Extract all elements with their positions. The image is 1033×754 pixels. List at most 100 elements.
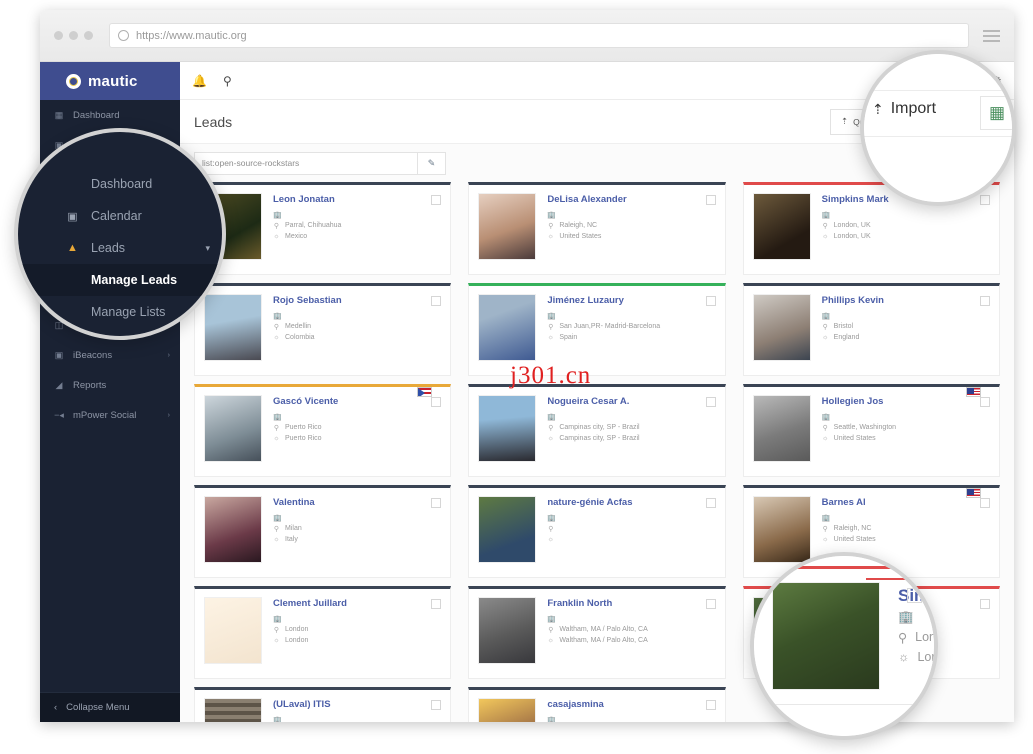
brand-logo[interactable]: mautic: [40, 62, 180, 100]
lead-card[interactable]: (ULaval) ITIS 🏢 ⚲ ☼: [194, 687, 452, 722]
lead-city: ⚲ Parral, Chihuahua: [273, 222, 342, 230]
lead-name[interactable]: Franklin North: [547, 598, 715, 609]
lead-name[interactable]: Leon Jonatan: [273, 194, 441, 205]
minimize-dot[interactable]: [69, 31, 78, 40]
lead-checkbox[interactable]: [979, 599, 990, 609]
lead-company: 🏢: [547, 512, 715, 523]
lead-name[interactable]: Gascó Vicente: [273, 396, 426, 407]
lead-name[interactable]: Rojo Sebastian: [273, 295, 441, 306]
building-icon: 🏢: [547, 716, 557, 723]
building-icon: 🏢: [273, 211, 282, 219]
lead-checkbox[interactable]: [705, 397, 716, 407]
close-dot[interactable]: [54, 31, 63, 40]
lead-checkbox[interactable]: [705, 296, 716, 306]
plus-person-icon: ⇡: [841, 116, 849, 126]
search-icon[interactable]: ⚲: [223, 74, 232, 88]
lead-name[interactable]: Valentina: [273, 497, 441, 508]
lead-checkbox[interactable]: [431, 397, 442, 407]
sidebar-item-reports[interactable]: ◢ Reports: [40, 370, 180, 400]
building-icon: 🏢: [273, 514, 282, 522]
lead-card[interactable]: Valentina 🏢 ⚲ Milan ☼ Italy: [194, 485, 452, 578]
mautic-logo-icon: [66, 73, 81, 89]
zoom-nav-dashboard[interactable]: Dashboard: [18, 168, 222, 200]
lead-name[interactable]: nature-génie Acfas: [547, 497, 715, 508]
lead-name[interactable]: Jiménez Luzaury: [547, 295, 715, 306]
lead-card[interactable]: nature-génie Acfas 🏢 ⚲ ☼: [468, 485, 726, 578]
lead-checkbox[interactable]: [431, 296, 442, 306]
hamburger-icon[interactable]: [983, 29, 1000, 42]
lead-checkbox[interactable]: [431, 700, 442, 710]
lead-name[interactable]: Clement Juillard: [273, 598, 441, 609]
lead-checkbox[interactable]: [979, 498, 990, 508]
lead-company: 🏢: [547, 714, 715, 723]
lead-checkbox[interactable]: [705, 599, 716, 609]
building-icon: 🏢: [821, 312, 831, 320]
globe-icon: ☼: [547, 334, 555, 341]
url-bar[interactable]: https://www.mautic.org: [109, 23, 969, 48]
avatar: [478, 698, 537, 722]
zoom-import-button[interactable]: ⇡ Import: [872, 100, 936, 118]
lead-checkbox[interactable]: [431, 498, 442, 508]
lead-card[interactable]: Franklin North 🏢 ⚲ Waltham, MA / Palo Alt…: [468, 586, 726, 679]
globe-icon: ☼: [898, 650, 910, 664]
lead-name[interactable]: Phillips Kevin: [822, 295, 990, 306]
zoom-nav-leads[interactable]: ▲ Leads ▾: [18, 232, 222, 264]
sidebar-item-mpower-social[interactable]: −◂ mPower Social ›: [40, 400, 180, 430]
zoom-lead-country: ☼ Londo: [898, 650, 938, 664]
lead-name[interactable]: DeLisa Alexander: [547, 194, 715, 205]
lead-card[interactable]: casajasmina 🏢 ⚲ ☼: [468, 687, 726, 723]
lead-name[interactable]: casajasmina: [547, 699, 715, 710]
search-input[interactable]: list:open-source-rockstars: [194, 151, 418, 175]
zoom-nav-calendar[interactable]: ▣ Calendar: [18, 200, 222, 232]
zoom-lead-checkbox[interactable]: [907, 588, 922, 603]
lead-city: ⚲: [547, 523, 715, 534]
lead-name[interactable]: (ULaval) ITIS: [273, 699, 441, 710]
zoom-nav-manage-leads[interactable]: Manage Leads: [18, 264, 222, 296]
window-controls[interactable]: [54, 31, 93, 40]
lead-name[interactable]: Barnes Al: [822, 497, 975, 508]
maximize-dot[interactable]: [84, 31, 93, 40]
lead-company: 🏢: [822, 512, 975, 523]
page-title: Leads: [194, 113, 233, 130]
lead-card[interactable]: DeLisa Alexander 🏢 ⚲ Raleigh, NC ☼ United …: [468, 182, 726, 275]
lead-card[interactable]: Hollegien Jos 🏢 ⚲ Seattle, Washington ☼ Un…: [742, 384, 1000, 477]
report-icon: ◢: [55, 379, 63, 390]
map-pin-icon: ⚲: [273, 626, 280, 634]
lead-card[interactable]: Leon Jonatan 🏢 ⚲ Parral, Chihuahua ☼ Mexic…: [194, 182, 452, 275]
zoom-nav-label: Manage Leads: [91, 273, 178, 287]
lead-checkbox[interactable]: [705, 195, 716, 205]
lead-checkbox[interactable]: [705, 700, 716, 710]
globe-icon: ☼: [547, 637, 555, 644]
lead-card[interactable]: Rojo Sebastian 🏢 ⚲ Medellin ☼ Colombia: [194, 283, 452, 376]
building-icon: 🏢: [273, 312, 282, 320]
lead-checkbox[interactable]: [431, 599, 442, 609]
globe-icon: ☼: [273, 637, 280, 644]
lead-company: 🏢: [273, 209, 441, 220]
collapse-menu-label: Collapse Menu: [66, 702, 130, 713]
lead-checkbox[interactable]: [979, 397, 990, 407]
lead-card[interactable]: Clement Juillard 🏢 ⚲ London ☼ London: [194, 586, 452, 679]
lead-name[interactable]: Hollegien Jos: [822, 396, 975, 407]
lead-card[interactable]: Gascó Vicente 🏢 ⚲ Puerto Rico ☼ Puerto Ric…: [194, 384, 452, 477]
sidebar-item-ibeacons[interactable]: ▣ iBeacons ›: [40, 340, 180, 370]
lead-checkbox[interactable]: [979, 296, 990, 306]
globe-icon: ☼: [273, 435, 280, 442]
collapse-menu-button[interactable]: ‹ Collapse Menu: [40, 692, 180, 722]
lead-city: ⚲ Bristol: [822, 323, 854, 331]
magnifier-sidebar: Dashboard ▣ Calendar ▲ Leads ▾ Manage Le…: [14, 128, 226, 340]
lead-country: ☼London, UK: [821, 233, 871, 240]
map-pin-icon: ⚲: [822, 323, 828, 331]
lead-checkbox[interactable]: [431, 195, 442, 205]
zoom-grid-view-toggle[interactable]: ▦: [980, 96, 1012, 130]
lead-city: ⚲ Milan: [273, 525, 302, 533]
zoom-nav-manage-lists[interactable]: Manage Lists: [18, 296, 222, 328]
chevron-left-icon: ‹: [54, 702, 58, 713]
lead-checkbox[interactable]: [705, 498, 716, 508]
search-clear-button[interactable]: ✎: [418, 151, 446, 175]
bell-icon[interactable]: 🔔: [192, 74, 207, 88]
sidebar-item-dashboard[interactable]: ▦ Dashboard: [40, 100, 180, 130]
lead-name[interactable]: Nogueira Cesar A.: [547, 396, 715, 407]
lead-card[interactable]: Nogueira Cesar A. 🏢 ⚲ Campinas city, SP -…: [468, 384, 726, 477]
lead-card[interactable]: Jiménez Luzaury 🏢 ⚲ San Juan,PR- Madrid-B…: [468, 283, 726, 376]
lead-card[interactable]: Phillips Kevin 🏢 ⚲ Bristol ☼ England: [742, 283, 1000, 376]
